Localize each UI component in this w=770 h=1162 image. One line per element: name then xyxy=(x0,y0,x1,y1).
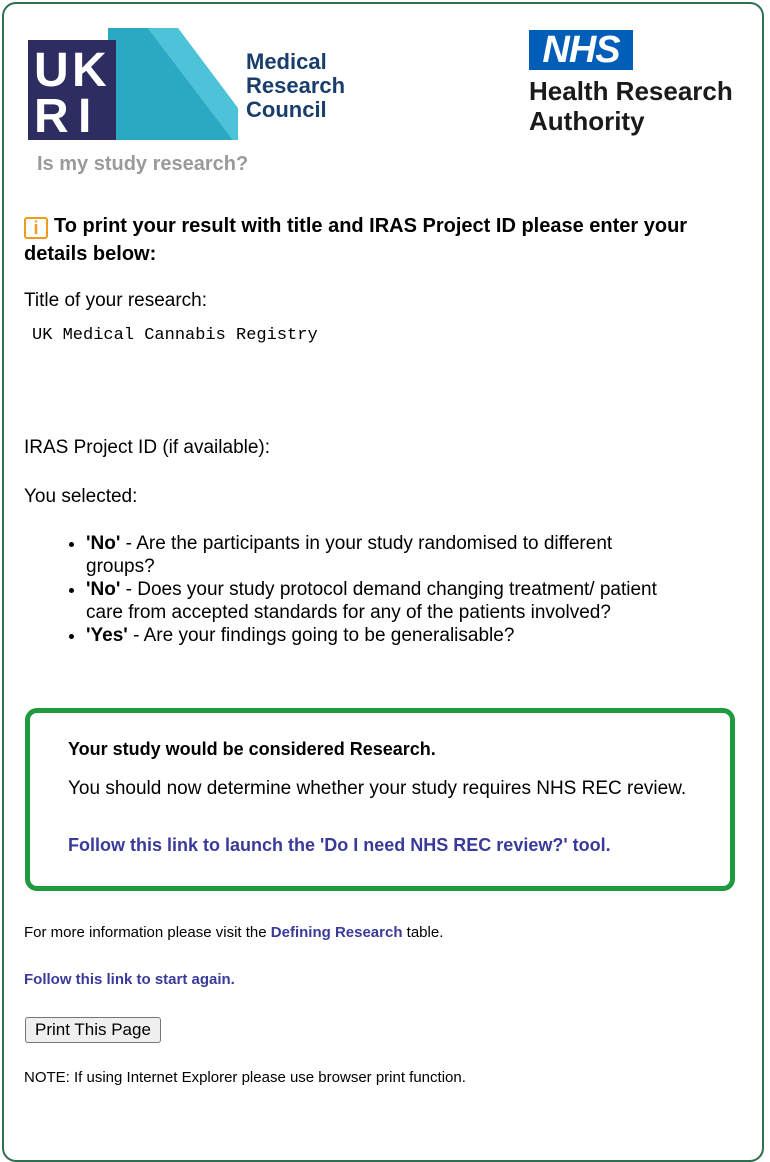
title-field[interactable]: UK Medical Cannabis Registry xyxy=(32,326,318,345)
print-instructions: i To print your result with title and IRA… xyxy=(24,212,744,268)
selection-question: - Does your study protocol demand changi… xyxy=(86,579,657,623)
result-box: Your study would be considered Research.… xyxy=(25,708,735,891)
result-heading: Your study would be considered Research. xyxy=(68,739,436,759)
title-label: Title of your research: xyxy=(24,290,208,311)
selected-label: You selected: xyxy=(24,486,138,507)
defining-research-link[interactable]: Defining Research xyxy=(271,924,403,941)
mrc-logo-text: Medical Research Council xyxy=(246,50,345,122)
info-icon: i xyxy=(24,217,48,239)
mrc-line-2: Research xyxy=(246,73,346,98)
rec-review-link[interactable]: Follow this link to launch the 'Do I nee… xyxy=(68,833,708,857)
selection-question: - Are the participants in your study ran… xyxy=(86,533,613,577)
list-item: 'Yes' - Are your findings going to be ge… xyxy=(86,624,686,647)
selection-answer: 'Yes' xyxy=(86,625,128,646)
mrc-line-1: Medical xyxy=(246,49,327,74)
nhs-logo: NHS xyxy=(529,30,633,70)
more-info-suffix: table. xyxy=(402,924,444,941)
list-item: 'No' - Does your study protocol demand c… xyxy=(86,578,686,624)
app-title: Is my study research? xyxy=(37,153,249,175)
mrc-line-3: Council xyxy=(246,97,327,122)
hra-line-1: Health Research xyxy=(529,76,733,106)
ie-note: NOTE: If using Internet Explorer please … xyxy=(24,1069,466,1086)
selection-answer: 'No' xyxy=(86,579,121,600)
print-button[interactable]: Print This Page xyxy=(25,1017,161,1043)
more-info-prefix: For more information please visit the xyxy=(24,924,271,941)
iras-label: IRAS Project ID (if available): xyxy=(24,437,271,458)
hra-line-2: Authority xyxy=(529,106,645,136)
hra-logo-text: Health Research Authority xyxy=(529,76,733,136)
selection-question: - Are your findings going to be generali… xyxy=(127,625,515,646)
result-body: You should now determine whether your st… xyxy=(68,778,687,799)
ukri-letter-r: R xyxy=(34,90,69,140)
list-item: 'No' - Are the participants in your stud… xyxy=(86,532,686,578)
selection-list: 'No' - Are the participants in your stud… xyxy=(56,532,686,647)
print-instructions-text: To print your result with title and IRAS… xyxy=(24,215,688,265)
ukri-letter-i: I xyxy=(78,90,91,140)
start-again-link[interactable]: Follow this link to start again. xyxy=(24,971,235,988)
ukri-logo: U K R I xyxy=(28,28,238,140)
more-info-text: For more information please visit the De… xyxy=(24,924,443,941)
selection-answer: 'No' xyxy=(86,533,121,554)
